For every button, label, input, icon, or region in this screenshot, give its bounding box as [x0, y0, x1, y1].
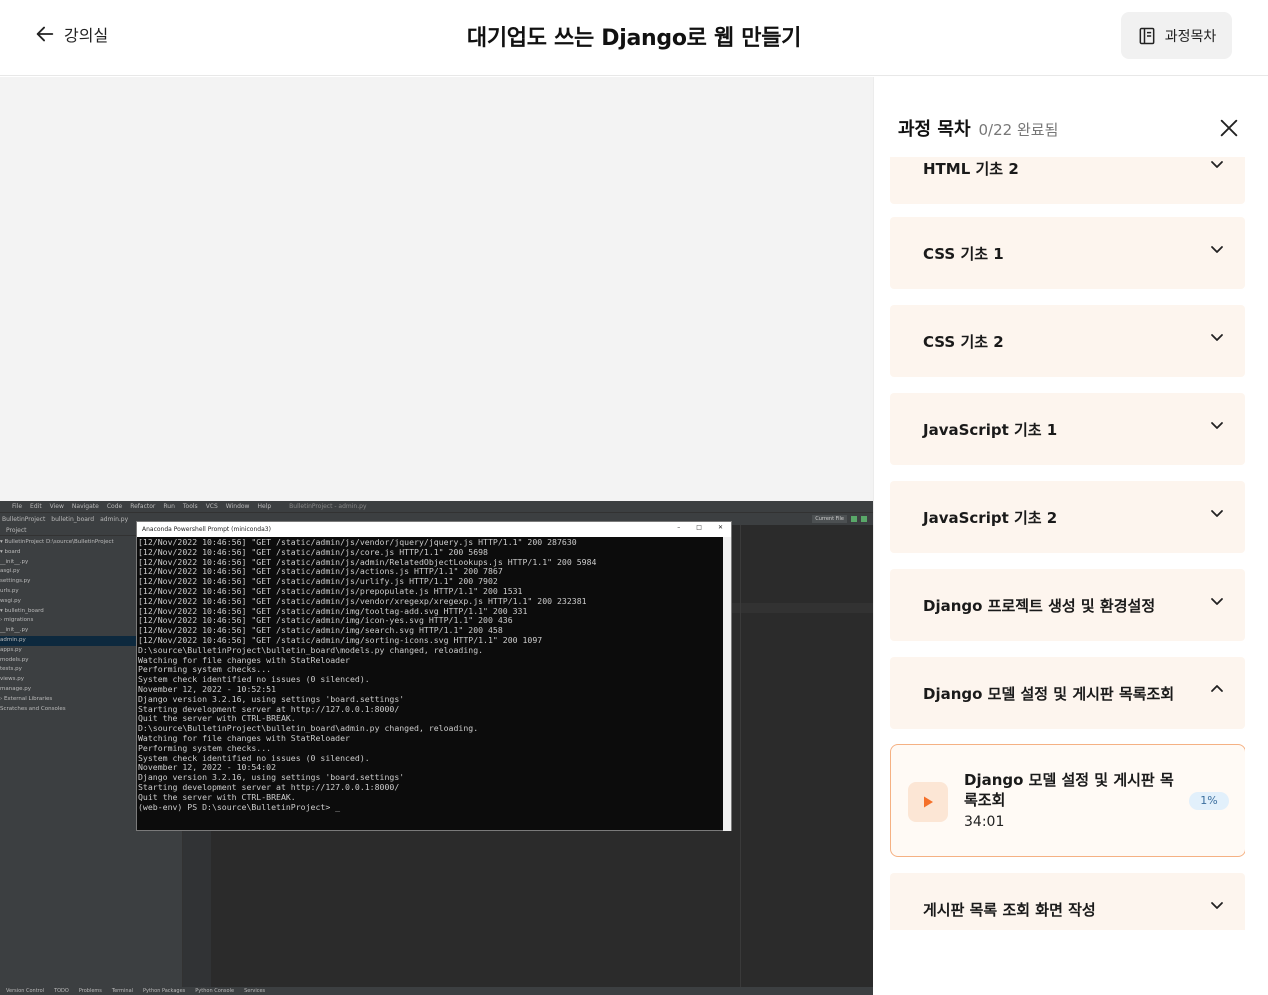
ide-menu-item: Help [257, 503, 272, 510]
section-javascript-basics-2[interactable]: JavaScript 기초 2 [890, 481, 1245, 553]
lesson-duration: 34:01 [964, 814, 1005, 830]
section-css-basics-1[interactable]: CSS 기초 1 [890, 217, 1245, 289]
editor-right-margin [740, 525, 741, 989]
ide-window-title: BulletinProject - admin.py [289, 503, 367, 510]
section-label: 게시판 목록 조회 화면 작성 [923, 901, 1096, 919]
close-icon: ✕ [717, 524, 723, 531]
ide-run-toolbar: Current File [812, 513, 867, 524]
window-controls: – □ ✕ [677, 524, 723, 531]
ide-menu-item: Code [106, 503, 123, 510]
ide-menu-bar: File Edit View Navigate Code Refactor Ru… [0, 501, 873, 512]
ide-menu-item: Run [163, 503, 175, 510]
run-icon [851, 515, 857, 522]
video-frame[interactable]: File Edit View Navigate Code Refactor Ru… [0, 501, 873, 995]
course-toc-panel: 과정 목차 0/22 완료됨 HTML 기초 2 CSS 기초 1 CSS 기초… [873, 77, 1268, 930]
terminal-title: Anaconda Powershell Prompt (miniconda3) [142, 526, 271, 533]
status-bar-item: Version Control [6, 988, 45, 994]
status-bar-item: TODO [54, 988, 69, 994]
ide-menu-item: VCS [205, 503, 218, 510]
course-title: 대기업도 쓰는 Django로 웹 만들기 [466, 26, 802, 51]
chevron-down-icon [1211, 334, 1223, 341]
terminal-titlebar: Anaconda Powershell Prompt (miniconda3) … [137, 522, 731, 537]
top-header: 강의실 대기업도 쓰는 Django로 웹 만들기 과정목차 [0, 0, 1268, 76]
section-html-basics-2[interactable]: HTML 기초 2 [890, 157, 1245, 204]
section-label: Django 모델 설정 및 게시판 목록조회 [923, 685, 1175, 703]
section-django-model-board-list[interactable]: Django 모델 설정 및 게시판 목록조회 [890, 657, 1245, 729]
ide-menu-item: Refactor [130, 503, 156, 510]
section-list: HTML 기초 2 CSS 기초 1 CSS 기초 2 JavaScript 기… [890, 157, 1245, 930]
play-icon [908, 782, 948, 822]
toc-title: 과정 목차 [898, 119, 971, 140]
terminal-output: [12/Nov/2022 10:46:56] "GET /static/admi… [137, 537, 731, 831]
status-bar-item: Python Packages [143, 988, 186, 994]
status-bar-item: Terminal [111, 988, 134, 994]
section-board-list-page[interactable]: 게시판 목록 조회 화면 작성 [890, 873, 1245, 930]
toc-header: 과정 목차 0/22 완료됨 [898, 115, 1058, 141]
toc-toggle-button[interactable]: 과정목차 [1121, 12, 1232, 59]
ide-breadcrumb-item: BulletinProject [2, 515, 46, 523]
chevron-down-icon [1211, 902, 1223, 909]
ide-menu-item: View [49, 503, 64, 510]
run-config: Current File [812, 514, 847, 523]
video-player-area: File Edit View Navigate Code Refactor Ru… [0, 77, 873, 995]
chevron-down-icon [1211, 510, 1223, 517]
chevron-down-icon [1211, 161, 1223, 168]
section-django-project-setup[interactable]: Django 프로젝트 생성 및 환경설정 [890, 569, 1245, 641]
list-panel-icon [1139, 27, 1155, 44]
section-label: Django 프로젝트 생성 및 환경설정 [923, 597, 1156, 615]
section-label: CSS 기초 1 [923, 245, 1004, 263]
section-label: JavaScript 기초 1 [923, 421, 1058, 439]
ide-breadcrumb-item: admin.py [100, 515, 129, 523]
lesson-title: Django 모델 설정 및 게시판 목록조회 [964, 771, 1174, 809]
ide-status-bar: Version Control TODO Problems Terminal Pytho… [0, 987, 873, 995]
chevron-down-icon [1211, 598, 1223, 605]
terminal-window: Anaconda Powershell Prompt (miniconda3) … [136, 521, 732, 831]
current-lesson-item[interactable]: Django 모델 설정 및 게시판 목록조회 34:01 1% [890, 744, 1245, 857]
section-label: JavaScript 기초 2 [923, 509, 1058, 527]
maximize-icon: □ [696, 524, 702, 531]
ide-menu-item: Edit [30, 503, 42, 510]
debug-icon [861, 515, 867, 522]
section-javascript-basics-1[interactable]: JavaScript 기초 1 [890, 393, 1245, 465]
status-bar-item: Problems [78, 988, 102, 994]
terminal-line: (web-env) PS D:\source\BulletinProject> … [138, 801, 341, 812]
ide-menu-item: File [12, 503, 23, 510]
status-bar-item: Services [244, 988, 266, 994]
chevron-up-icon [1211, 685, 1223, 692]
completion-count: 0/22 완료됨 [978, 121, 1059, 139]
status-bar-item: Python Console [195, 988, 235, 994]
section-label: HTML 기초 2 [923, 160, 1019, 178]
chevron-down-icon [1211, 422, 1223, 429]
section-css-basics-2[interactable]: CSS 기초 2 [890, 305, 1245, 377]
minimize-icon: – [677, 524, 681, 531]
ide-breadcrumb-item: bulletin_board [51, 515, 95, 523]
toc-button-label: 과정목차 [1164, 28, 1217, 45]
terminal-scrollbar [723, 537, 731, 831]
section-label: CSS 기초 2 [923, 333, 1004, 351]
lesson-progress-badge: 1% [1189, 792, 1229, 810]
chevron-down-icon [1211, 246, 1223, 253]
close-icon[interactable] [1218, 117, 1240, 139]
ide-menu-item: Window [225, 503, 250, 510]
ide-menu-item: Navigate [71, 503, 99, 510]
ide-menu-item: Tools [182, 503, 198, 510]
